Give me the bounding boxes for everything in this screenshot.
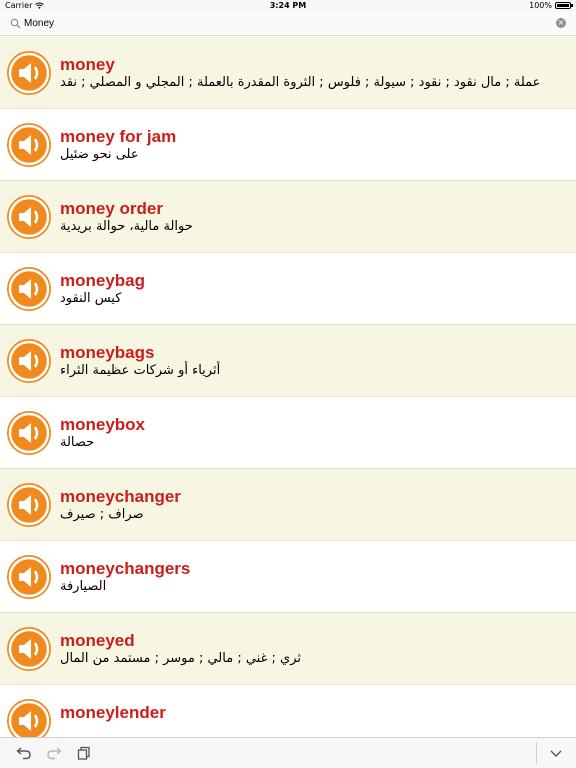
speaker-icon[interactable] — [7, 483, 51, 527]
entry-translation: على نحو ضئيل — [60, 147, 139, 162]
search-bar: × — [0, 12, 576, 36]
list-item[interactable]: moneybag كيس النقود — [0, 253, 576, 325]
list-item[interactable]: moneyed ثري ; غني ; مالي ; موسر ; مستمد … — [0, 613, 576, 685]
battery-group: 100% — [529, 1, 573, 10]
list-item[interactable]: moneychangers الصيارفة — [0, 541, 576, 613]
speaker-icon[interactable] — [7, 339, 51, 383]
entry-translation: ثري ; غني ; مالي ; موسر ; مستمد من المال — [60, 651, 302, 666]
entry-word: money order — [60, 199, 163, 218]
chevron-down-icon[interactable] — [548, 746, 564, 760]
entry-translation: حصالة — [60, 435, 95, 450]
toolbar-divider — [536, 742, 537, 764]
list-item[interactable]: money عملة ; مال نقود ; نقود ; سيولة ; ف… — [0, 37, 576, 109]
entry-word: moneylender — [60, 703, 166, 722]
search-icon — [10, 18, 21, 29]
speaker-icon[interactable] — [7, 51, 51, 95]
list-item[interactable]: moneybox حصالة — [0, 397, 576, 469]
speaker-icon[interactable] — [7, 699, 51, 737]
entry-translation: كيس النقود — [60, 291, 122, 306]
entry-word: money — [60, 55, 115, 74]
entry-word: moneyed — [60, 631, 135, 650]
battery-percent: 100% — [529, 1, 552, 10]
clear-icon[interactable]: × — [556, 18, 566, 28]
speaker-icon[interactable] — [7, 627, 51, 671]
entry-word: moneybag — [60, 271, 146, 290]
list-item[interactable]: moneylender — [0, 685, 576, 737]
entry-translation: صراف ; صيرف — [60, 507, 144, 522]
speaker-icon[interactable] — [7, 123, 51, 167]
entry-translation: حوالة مالية، حوالة بريدية — [60, 219, 193, 234]
status-bar: Carrier 3:24 PM 100% — [0, 0, 576, 12]
entry-word: moneybags — [60, 343, 155, 362]
entry-word: moneychanger — [60, 487, 181, 506]
speaker-icon[interactable] — [7, 267, 51, 311]
list-item[interactable]: money order حوالة مالية، حوالة بريدية — [0, 181, 576, 253]
entry-translation: الصيارفة — [60, 579, 107, 594]
search-input[interactable] — [24, 15, 544, 32]
speaker-icon[interactable] — [7, 411, 51, 455]
entry-word: moneychangers — [60, 559, 191, 578]
entry-translation: عملة ; مال نقود ; نقود ; سيولة ; فلوس ; … — [60, 75, 541, 90]
speaker-icon[interactable] — [7, 195, 51, 239]
list-item[interactable]: money for jam على نحو ضئيل — [0, 109, 576, 181]
keyboard-toolbar — [0, 737, 576, 768]
list-item[interactable]: moneychanger صراف ; صيرف — [0, 469, 576, 541]
list-item[interactable]: moneybags أثرياء أو شركات عظيمة الثراء — [0, 325, 576, 397]
entry-translation: أثرياء أو شركات عظيمة الثراء — [60, 363, 221, 378]
redo-icon[interactable] — [46, 746, 62, 760]
speaker-icon[interactable] — [7, 555, 51, 599]
entry-word: moneybox — [60, 415, 146, 434]
results-list: money عملة ; مال نقود ; نقود ; سيولة ; ف… — [0, 37, 576, 737]
undo-icon[interactable] — [16, 746, 32, 760]
entry-word: money for jam — [60, 127, 177, 146]
status-time: 3:24 PM — [269, 1, 307, 10]
battery-icon — [555, 2, 573, 9]
copy-icon[interactable] — [76, 746, 92, 760]
